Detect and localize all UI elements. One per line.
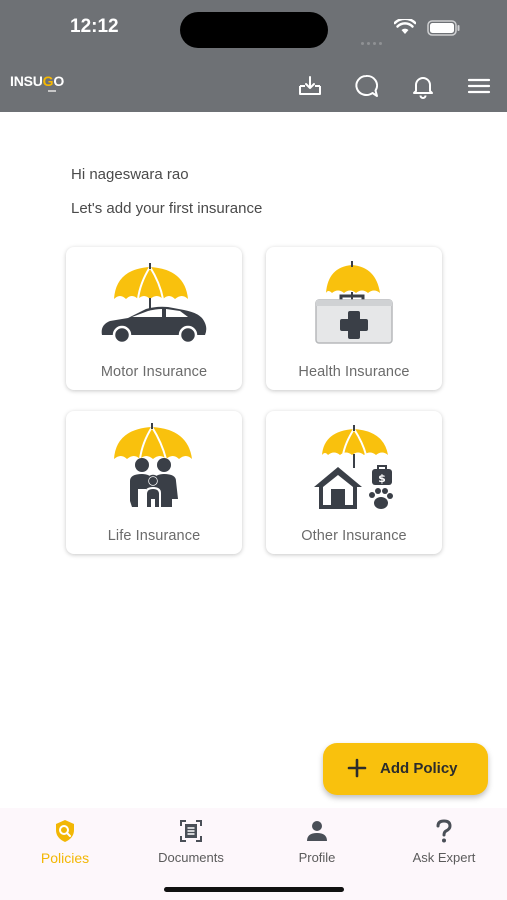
health-insurance-card[interactable]: Health Insurance [266,247,442,390]
signal-icon [361,32,385,50]
plus-icon [347,758,367,778]
card-label: Motor Insurance [100,364,208,380]
car-umbrella-icon [101,263,207,345]
nav-ask-expert[interactable]: Ask Expert [381,818,507,865]
question-icon [436,819,452,843]
bell-icon[interactable] [409,72,437,100]
medical-kit-umbrella-icon [315,261,393,344]
chat-icon[interactable] [352,72,380,100]
download-icon[interactable] [296,72,324,100]
home-pet-umbrella-icon: $ [314,425,393,509]
nav-label: Policies [40,850,90,866]
nav-policies[interactable]: Policies [2,818,128,866]
document-icon [180,820,202,842]
status-time: 12:12 [70,16,119,37]
app-logo: INSUGO [10,73,65,89]
card-label: Life Insurance [107,528,201,544]
menu-icon[interactable] [465,72,493,100]
subtitle-text: Let's add your first insurance [71,200,263,217]
svg-text:$: $ [378,472,386,485]
nav-label: Profile [298,850,336,865]
nav-profile[interactable]: Profile [254,818,380,865]
add-policy-button[interactable]: Add Policy [323,743,488,795]
card-label: Health Insurance [298,364,410,380]
person-icon [307,821,327,841]
family-umbrella-icon [114,423,192,507]
nav-label: Ask Expert [412,850,476,865]
add-policy-label: Add Policy [380,760,458,777]
wifi-icon [394,19,416,34]
shield-search-icon [56,820,74,842]
motor-insurance-card[interactable]: Motor Insurance [66,247,242,390]
nav-documents[interactable]: Documents [128,818,254,865]
nav-label: Documents [158,850,224,865]
card-label: Other Insurance [301,528,407,544]
battery-icon [427,20,460,36]
life-insurance-card[interactable]: Life Insurance [66,411,242,554]
greeting-text: Hi nageswara rao [71,166,189,183]
other-insurance-card[interactable]: $ Other Insurance [266,411,442,554]
home-indicator [164,887,344,892]
app-header: 12:12 INSUGO [0,0,507,112]
logo-underline [48,90,56,92]
dynamic-island [180,12,328,48]
